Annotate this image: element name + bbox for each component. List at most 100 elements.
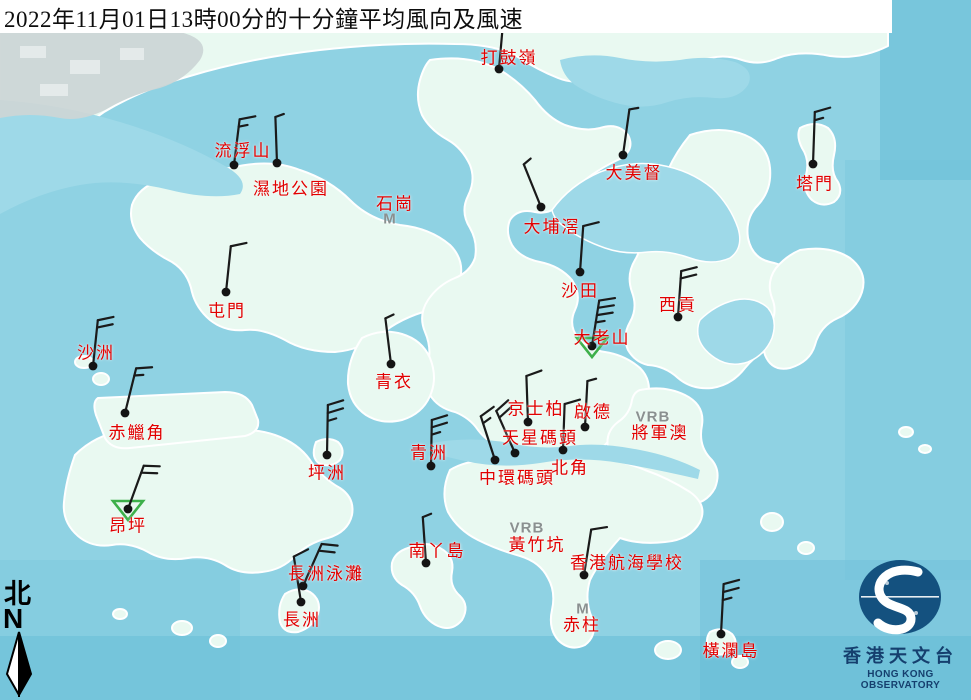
wind-barb-icon (134, 375, 143, 376)
wind-barb-icon (239, 125, 248, 127)
station-dot (89, 362, 98, 371)
wind-barb-icon (585, 381, 587, 427)
wind-barb-icon (328, 418, 337, 421)
station-香港航海學校 (580, 527, 607, 579)
station-大老山 (577, 298, 615, 357)
wind-barb-icon (328, 408, 343, 413)
station-dot (576, 268, 585, 277)
wind-barb-icon (584, 530, 591, 575)
station-青衣 (385, 315, 395, 369)
station-dot (674, 313, 683, 322)
station-dot (491, 456, 500, 465)
wind-barb-icon (432, 423, 447, 428)
wind-barb-icon (97, 324, 113, 327)
station-濕地公園 (273, 114, 284, 167)
station-dot (323, 451, 332, 460)
hko-name-chinese: 香港天文台 (830, 642, 971, 668)
wind-barb-icon (598, 305, 614, 308)
wind-barb-icon (563, 404, 565, 450)
station-坪洲 (323, 400, 344, 459)
station-昂坪 (113, 466, 160, 520)
station-dot (121, 409, 130, 418)
wind-barb-icon (275, 117, 277, 163)
wind-barb-icon (587, 379, 596, 381)
hko-name-english: HONG KONG OBSERVATORY (830, 669, 971, 691)
station-赤鱲角 (121, 367, 152, 417)
wind-barb-icon (526, 371, 541, 376)
station-西貢 (674, 267, 697, 321)
station-dot (809, 160, 818, 169)
wind-barb-icon (583, 222, 599, 226)
hko-logo-icon (830, 558, 971, 636)
wind-barb-icon (136, 367, 152, 368)
wind-barb-icon (591, 527, 607, 530)
wind-barb-icon (319, 551, 335, 553)
wind-barb-icon (423, 514, 431, 517)
wind-barb-icon (240, 116, 256, 119)
map-title: 2022年11月01日13時00分的十分鐘平均風向及風速 (4, 0, 523, 34)
station-北角 (559, 400, 580, 455)
north-compass: 北 N (2, 581, 38, 700)
wind-barb-icon (231, 243, 247, 246)
wind-barb-icon (724, 580, 739, 584)
station-dot (559, 446, 568, 455)
station-南丫島 (422, 514, 432, 568)
wind-barb-icon (226, 246, 231, 292)
wind-barb-icon (681, 275, 697, 279)
wind-barb-icon (481, 407, 494, 416)
station-dot (619, 151, 628, 160)
wind-barb-icon (723, 588, 738, 592)
wind-map-page: 打鼓嶺流浮山濕地公園石崗M大美督大埔滘塔門屯門沙洲赤鱲角青衣沙田西貢大老山京士柏… (0, 0, 971, 700)
wind-barb-icon (565, 400, 580, 404)
wind-barb-icon (141, 473, 157, 474)
station-dot (230, 161, 239, 170)
wind-barb-icon (597, 313, 613, 316)
station-dot (581, 423, 590, 432)
wind-barb-icon (294, 549, 308, 556)
wind-barb-icon (526, 376, 528, 422)
station-塔門 (809, 108, 831, 169)
station-dot (537, 203, 546, 212)
station-dot (511, 449, 520, 458)
station-沙洲 (89, 317, 114, 370)
wind-barb-icon (599, 298, 615, 301)
station-流浮山 (230, 116, 256, 169)
station-dot (524, 418, 533, 427)
station-dot (124, 505, 133, 514)
station-沙田 (576, 222, 599, 276)
station-dot (717, 630, 726, 639)
title-bar: 2022年11月01日13時00分的十分鐘平均風向及風速 (0, 0, 892, 33)
north-arrow-icon (3, 631, 35, 697)
wind-barb-icon (815, 118, 824, 120)
wind-barb-layer (0, 0, 971, 700)
station-dot (580, 571, 589, 580)
station-啟德 (581, 379, 597, 432)
wind-barb-icon (322, 544, 338, 546)
wind-barb-icon (98, 317, 114, 320)
wind-barb-icon (499, 407, 511, 418)
station-dot (387, 360, 396, 369)
wind-barb-icon (629, 108, 638, 110)
station-dot (222, 288, 231, 297)
station-dot (588, 342, 597, 351)
station-dot (495, 65, 504, 74)
wind-barb-icon (815, 108, 830, 112)
station-dot (273, 159, 282, 168)
wind-barb-icon (328, 400, 343, 405)
hko-logo: 香港天文台 HONG KONG OBSERVATORY (830, 558, 971, 691)
station-大埔滘 (524, 159, 546, 212)
wind-barb-icon (580, 226, 583, 272)
station-中環碼頭 (481, 407, 500, 465)
station-天星碼頭 (496, 400, 519, 457)
compass-n-label: N (3, 607, 38, 631)
wind-barb-icon (524, 159, 531, 165)
wind-barb-icon (483, 418, 490, 423)
station-dot (427, 462, 436, 471)
wind-barb-icon (496, 400, 508, 411)
station-青洲 (427, 415, 448, 470)
wind-barb-icon (681, 267, 697, 271)
station-大美督 (619, 108, 639, 160)
wind-barb-icon (385, 318, 391, 364)
wind-barb-icon (423, 517, 426, 563)
station-橫瀾島 (717, 580, 739, 638)
